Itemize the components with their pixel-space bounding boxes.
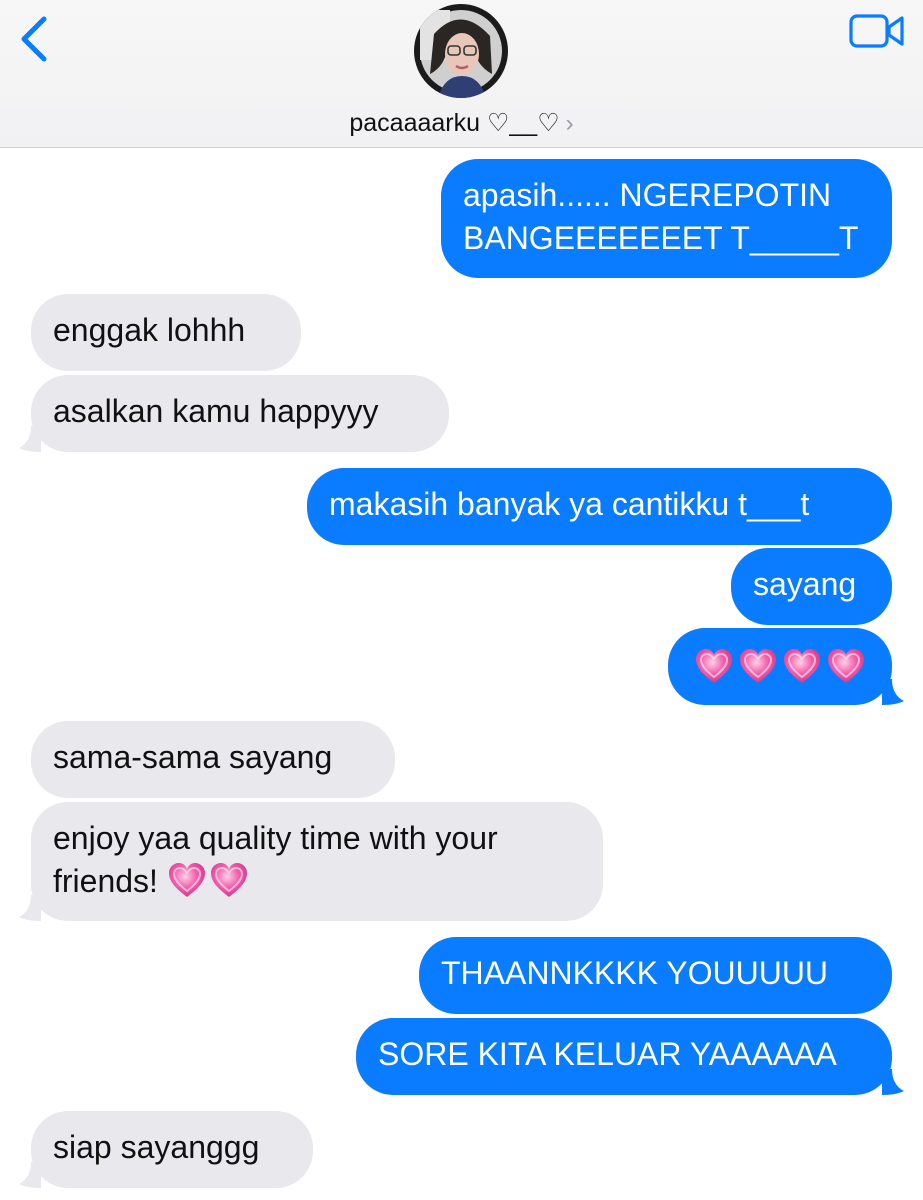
chevron-left-icon[interactable] [14,14,54,64]
incoming-message[interactable]: enggak lohhh [31,294,301,371]
outgoing-message[interactable]: THAANNKKKK YOUUUUU [419,937,892,1014]
message-text: asalkan kamu happyyy [53,393,379,429]
incoming-message[interactable]: siap sayanggg [31,1111,313,1188]
message-text: enggak lohhh [53,312,246,348]
bubble-tail [882,1069,904,1095]
bubble-tail [19,426,41,452]
message-text: makasih banyak ya cantikku t___t [329,486,810,522]
outgoing-message[interactable]: sayang [731,548,892,625]
incoming-message[interactable]: enjoy yaa quality time with your friends… [31,802,603,921]
heart-emoji [738,647,778,687]
heart-emoji [826,647,866,687]
outgoing-message[interactable] [668,628,892,705]
message-text: friends! [53,863,158,899]
bubble-tail [882,679,904,705]
message-text: BANGEEEEEEET T_____T [463,220,859,256]
message-text: enjoy yaa quality time with your [53,820,498,856]
heart-emoji [694,647,734,687]
avatar[interactable] [414,4,508,98]
heart-emoji [167,861,207,901]
message-text: siap sayanggg [53,1129,260,1165]
incoming-message[interactable]: asalkan kamu happyyy [31,375,449,452]
bubble-tail [19,895,41,921]
video-camera-icon[interactable] [849,12,905,50]
contact-name: pacaaaarku ♡__♡ [349,109,560,137]
outgoing-message[interactable]: apasih...... NGEREPOTIN BANGEEEEEEET T__… [441,159,892,278]
message-text: sama-sama sayang [53,739,333,775]
message-text: sayang [753,566,857,602]
message-text: THAANNKKKK YOUUUUU [441,955,829,991]
outgoing-message[interactable]: makasih banyak ya cantikku t___t [307,468,892,545]
heart-emoji [782,647,822,687]
heart-emoji [209,861,249,901]
bubble-tail [19,1162,41,1188]
chat-header: pacaaaarku ♡__♡ › [0,0,923,148]
outgoing-message[interactable]: SORE KITA KELUAR YAAAAAA [356,1018,892,1095]
message-text: SORE KITA KELUAR YAAAAAA [378,1036,837,1072]
chevron-right-icon: › [565,110,574,137]
incoming-message[interactable]: sama-sama sayang [31,721,395,798]
message-text: apasih...... NGEREPOTIN [463,177,832,213]
contact-name-button[interactable]: pacaaaarku ♡__♡ › [0,108,923,139]
